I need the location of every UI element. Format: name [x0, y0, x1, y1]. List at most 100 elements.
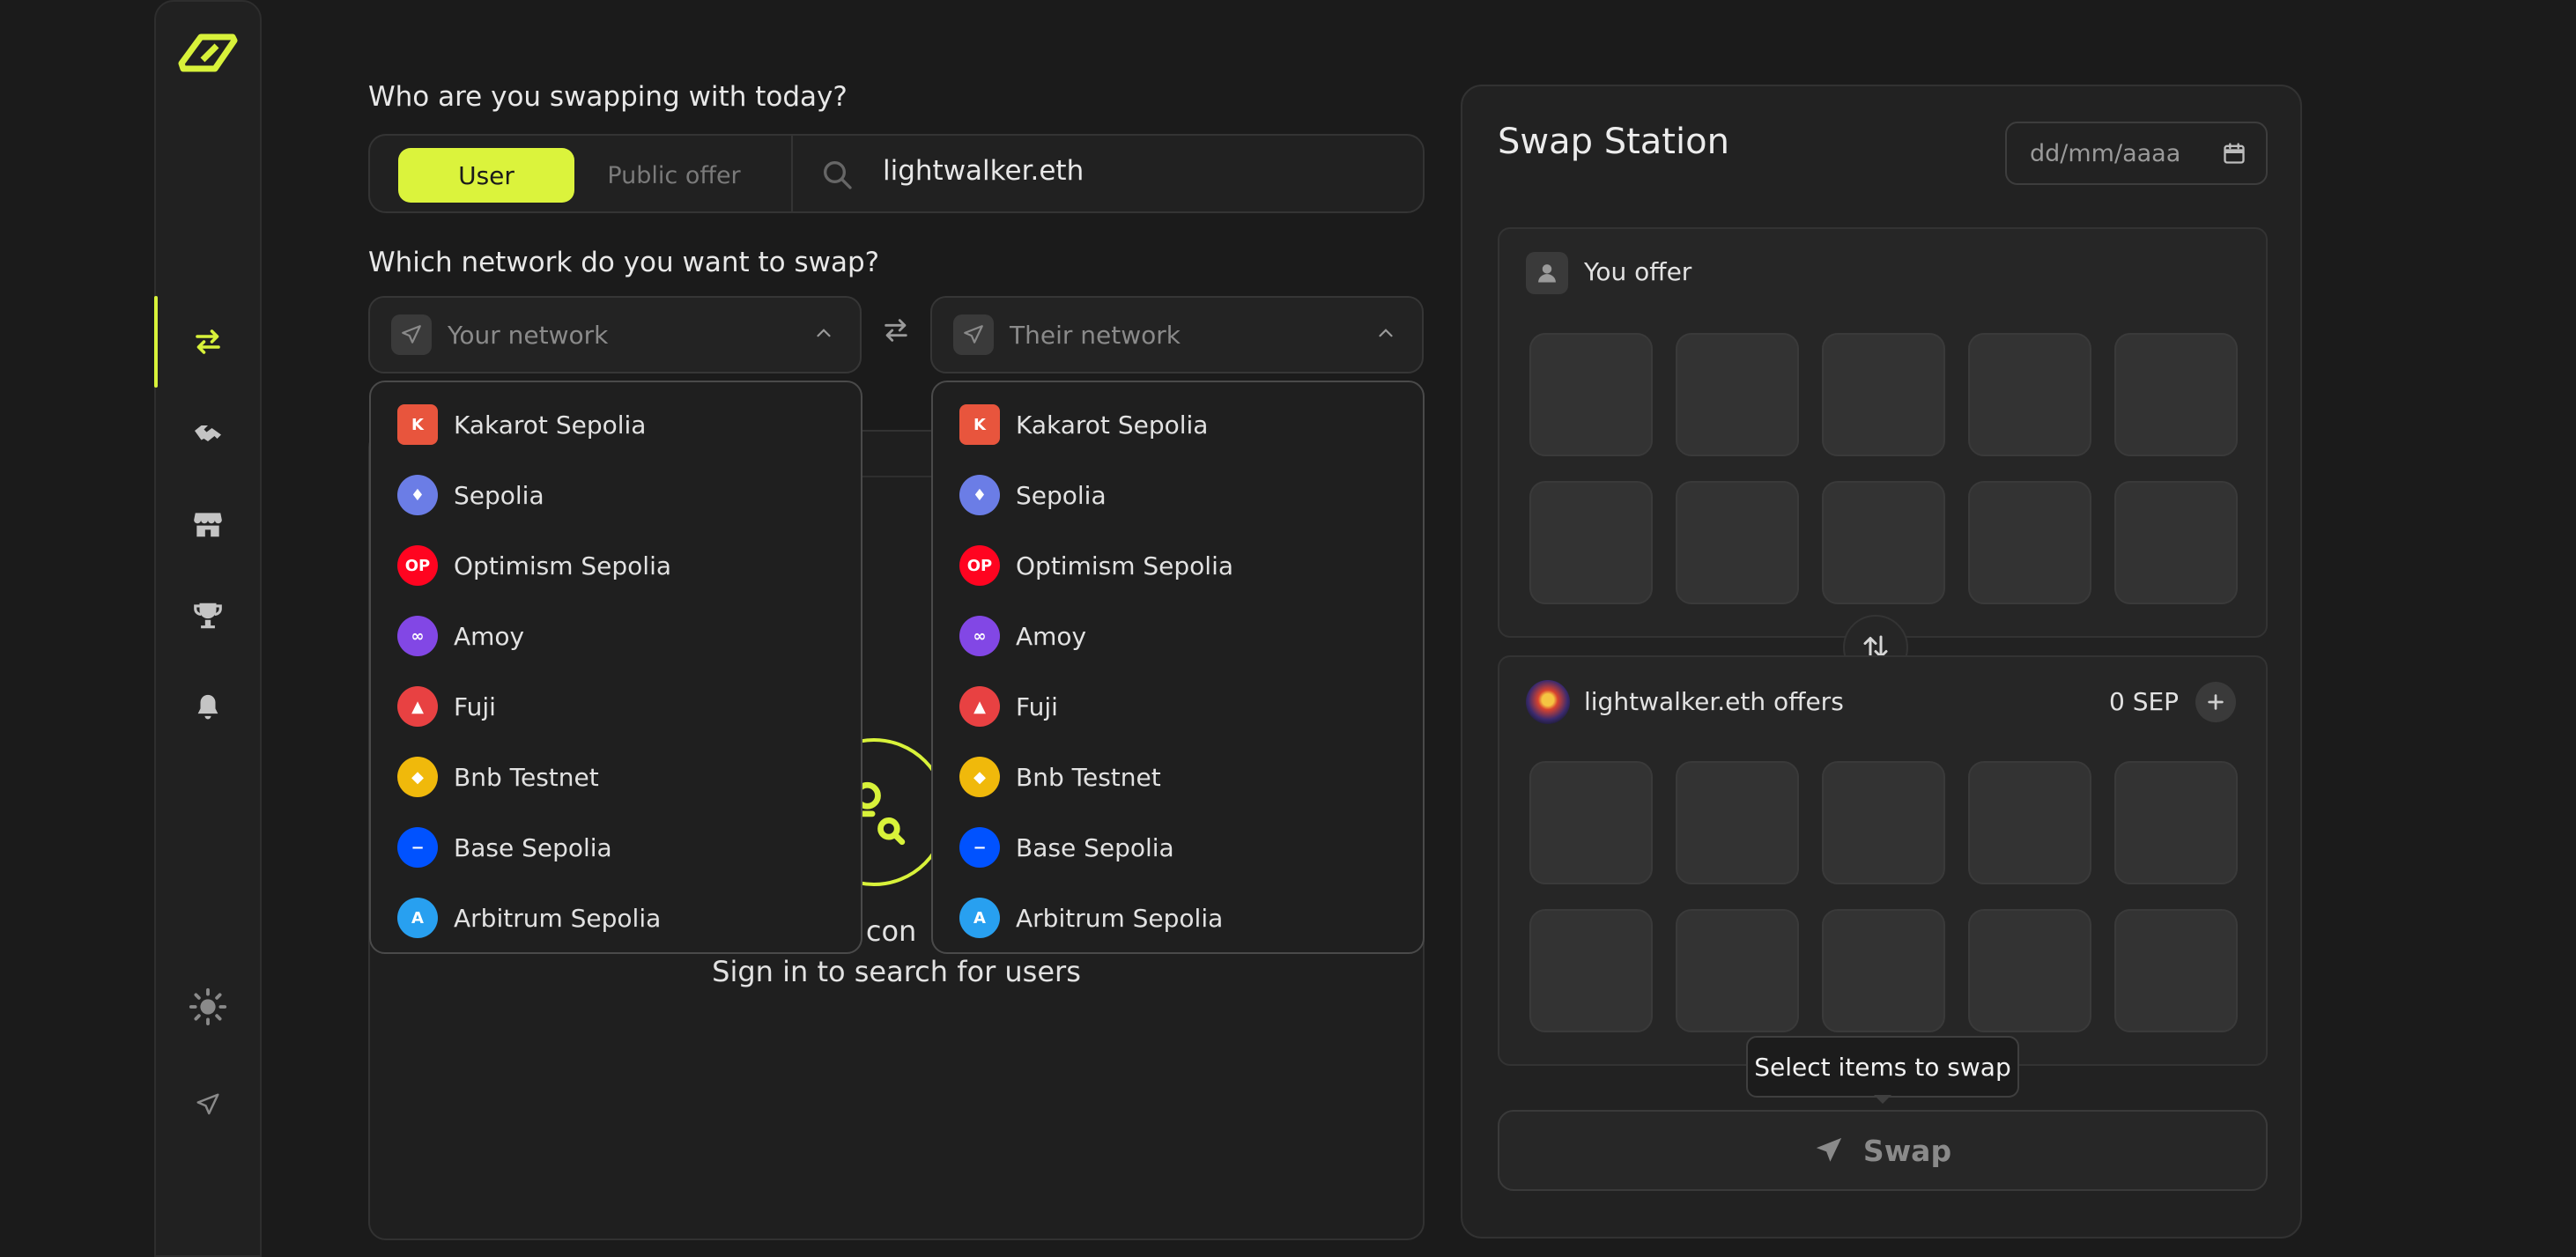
network-option[interactable]: ◆ Bnb Testnet	[933, 742, 1423, 812]
optimism-icon: OP	[959, 545, 1000, 586]
their-network-placeholder: Their network	[1010, 320, 1181, 350]
polygon-icon: ∞	[959, 616, 1000, 656]
network-option-label: Fuji	[1016, 691, 1058, 721]
item-slot[interactable]	[1968, 481, 2091, 604]
plus-icon	[2208, 694, 2224, 710]
user-avatar-icon	[1526, 252, 1568, 294]
arbitrum-icon: A	[397, 898, 438, 938]
they-offer-label: lightwalker.eth offers	[1584, 687, 1844, 716]
send-icon	[1816, 1137, 1842, 1162]
who-question-label: Who are you swapping with today?	[368, 81, 848, 113]
network-option[interactable]: ◆ Bnb Testnet	[371, 742, 861, 812]
network-option[interactable]: ∞ Amoy	[371, 601, 861, 671]
avalanche-icon: ▲	[959, 686, 1000, 727]
item-slot[interactable]	[1968, 761, 2091, 884]
network-option-label: Kakarot Sepolia	[1016, 410, 1209, 440]
item-slot[interactable]	[1529, 761, 1653, 884]
base-icon: −	[959, 827, 1000, 868]
network-option[interactable]: OP Optimism Sepolia	[371, 530, 861, 601]
network-option-label: Arbitrum Sepolia	[454, 903, 662, 933]
network-option-label: Amoy	[1016, 621, 1087, 651]
item-slot[interactable]	[1529, 481, 1653, 604]
network-option-label: Sepolia	[1016, 480, 1107, 510]
your-network-placeholder: Your network	[448, 320, 609, 350]
public-offer-toggle-button[interactable]: Public offer	[581, 148, 766, 203]
item-slot[interactable]	[2114, 481, 2238, 604]
your-network-select[interactable]: Your network	[368, 296, 862, 373]
network-option[interactable]: ∞ Amoy	[933, 601, 1423, 671]
theme-toggle-icon[interactable]	[156, 980, 260, 1033]
network-option-label: Bnb Testnet	[454, 762, 599, 792]
network-option[interactable]: ♦ Sepolia	[933, 460, 1423, 530]
swap-nav-icon[interactable]	[156, 315, 260, 368]
avalanche-icon: ▲	[397, 686, 438, 727]
trophy-nav-icon[interactable]	[156, 589, 260, 642]
network-option[interactable]: K Kakarot Sepolia	[933, 389, 1423, 460]
their-network-dropdown: K Kakarot Sepolia ♦ Sepolia OP Optimism Sepol…	[931, 381, 1425, 954]
item-slot[interactable]	[1822, 333, 1945, 456]
optimism-icon: OP	[397, 545, 438, 586]
store-nav-icon[interactable]	[156, 498, 260, 551]
network-option[interactable]: A Arbitrum Sepolia	[933, 883, 1423, 953]
network-option-label: Arbitrum Sepolia	[1016, 903, 1224, 933]
kakarot-icon: K	[959, 404, 1000, 445]
user-toggle-button[interactable]: User	[398, 148, 574, 203]
item-slot[interactable]	[1822, 481, 1945, 604]
network-option[interactable]: OP Optimism Sepolia	[933, 530, 1423, 601]
kakarot-icon: K	[397, 404, 438, 445]
item-slot[interactable]	[1968, 333, 2091, 456]
handshake-nav-icon[interactable]	[156, 407, 260, 460]
app-logo-icon[interactable]	[156, 28, 260, 81]
item-slot[interactable]	[1676, 909, 1799, 1032]
network-option[interactable]: ▲ Fuji	[371, 671, 861, 742]
polygon-icon: ∞	[397, 616, 438, 656]
network-option-label: Base Sepolia	[454, 832, 612, 862]
send-nav-icon[interactable]	[156, 1078, 260, 1131]
item-slot[interactable]	[1529, 909, 1653, 1032]
their-network-select[interactable]: Their network	[930, 296, 1424, 373]
search-input[interactable]: lightwalker.eth	[883, 155, 1084, 187]
network-option-label: Optimism Sepolia	[1016, 551, 1234, 580]
search-icon	[819, 157, 855, 192]
network-option-label: Optimism Sepolia	[454, 551, 672, 580]
bnb-icon: ◆	[397, 757, 438, 797]
swap-button[interactable]: Swap	[1498, 1110, 2268, 1191]
item-slot[interactable]	[2114, 909, 2238, 1032]
network-option[interactable]: − Base Sepolia	[933, 812, 1423, 883]
item-slot[interactable]	[1529, 333, 1653, 456]
item-slot[interactable]	[2114, 333, 2238, 456]
item-slot[interactable]	[1676, 481, 1799, 604]
add-token-button[interactable]	[2195, 682, 2236, 722]
network-option[interactable]: A Arbitrum Sepolia	[371, 883, 861, 953]
sidebar	[154, 0, 262, 1257]
item-slot[interactable]	[2114, 761, 2238, 884]
tooltip-arrow	[1874, 1095, 1891, 1104]
swap-station-panel: Swap Station dd/mm/aaaa You offer lightw…	[1461, 85, 2302, 1239]
network-option[interactable]: K Kakarot Sepolia	[371, 389, 861, 460]
ethereum-icon: ♦	[959, 475, 1000, 515]
item-slot[interactable]	[1676, 761, 1799, 884]
network-option-label: Fuji	[454, 691, 496, 721]
sign-in-message: Sign in to search for users	[712, 955, 1081, 988]
network-option[interactable]: ♦ Sepolia	[371, 460, 861, 530]
network-placeholder-icon	[391, 314, 432, 355]
network-option[interactable]: ▲ Fuji	[933, 671, 1423, 742]
network-option-label: Kakarot Sepolia	[454, 410, 647, 440]
item-slot[interactable]	[1676, 333, 1799, 456]
item-slot[interactable]	[1968, 909, 2091, 1032]
date-input[interactable]: dd/mm/aaaa	[2005, 122, 2268, 185]
base-icon: −	[397, 827, 438, 868]
network-option-label: Sepolia	[454, 480, 544, 510]
calendar-icon[interactable]	[2222, 141, 2247, 166]
chevron-up-icon	[1374, 322, 1397, 348]
item-slot[interactable]	[1822, 761, 1945, 884]
date-placeholder: dd/mm/aaaa	[2030, 139, 2181, 167]
select-items-tooltip: Select items to swap	[1746, 1036, 2019, 1098]
lightwalker-avatar	[1526, 680, 1570, 724]
search-bar: User Public offer lightwalker.eth	[368, 134, 1425, 213]
network-option[interactable]: − Base Sepolia	[371, 812, 861, 883]
item-slot[interactable]	[1822, 909, 1945, 1032]
bell-nav-icon[interactable]	[156, 681, 260, 734]
swap-networks-icon[interactable]	[881, 315, 913, 351]
network-option-label: Bnb Testnet	[1016, 762, 1161, 792]
